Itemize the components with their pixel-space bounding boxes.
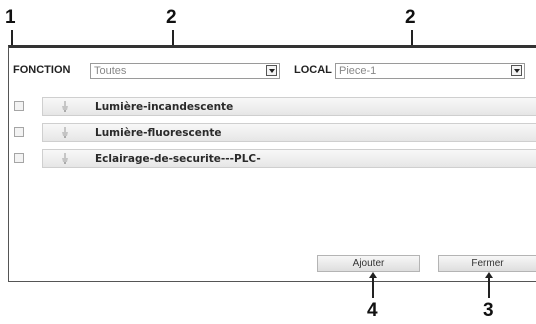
bulb-icon bbox=[62, 127, 68, 138]
add-button[interactable]: Ajouter bbox=[317, 255, 420, 272]
callout-4-line bbox=[372, 277, 374, 298]
item-checkbox[interactable] bbox=[14, 127, 24, 137]
callout-4: 4 bbox=[367, 300, 378, 321]
fonction-label: FONCTION bbox=[13, 64, 71, 76]
callout-3-line bbox=[488, 277, 490, 298]
bulb-icon bbox=[62, 101, 68, 112]
callout-3: 3 bbox=[483, 300, 494, 321]
item-label: Eclairage-de-securite---PLC- bbox=[95, 153, 261, 165]
local-label: LOCAL bbox=[294, 64, 332, 76]
light-selection-dialog: FONCTION Toutes LOCAL Piece-1 Lumière-in… bbox=[8, 45, 536, 282]
item-checkbox[interactable] bbox=[14, 101, 24, 111]
item-label: Lumière-incandescente bbox=[95, 101, 234, 113]
bulb-icon bbox=[62, 153, 68, 164]
callout-1: 1 bbox=[5, 7, 16, 28]
local-select[interactable]: Piece-1 bbox=[335, 63, 525, 79]
item-label: Lumière-fluorescente bbox=[95, 127, 222, 139]
local-select-value: Piece-1 bbox=[339, 65, 377, 77]
fonction-select[interactable]: Toutes bbox=[90, 63, 280, 79]
callout-2-fonction: 2 bbox=[166, 7, 177, 28]
chevron-down-icon[interactable] bbox=[511, 65, 522, 76]
list-item[interactable]: Lumière-fluorescente bbox=[42, 123, 536, 142]
list-item[interactable]: Lumière-incandescente bbox=[42, 97, 536, 116]
list-item[interactable]: Eclairage-de-securite---PLC- bbox=[42, 149, 536, 168]
close-button[interactable]: Fermer bbox=[438, 255, 536, 272]
chevron-down-icon[interactable] bbox=[266, 65, 277, 76]
callout-2-local: 2 bbox=[405, 7, 416, 28]
item-checkbox[interactable] bbox=[14, 153, 24, 163]
fonction-select-value: Toutes bbox=[94, 65, 127, 77]
